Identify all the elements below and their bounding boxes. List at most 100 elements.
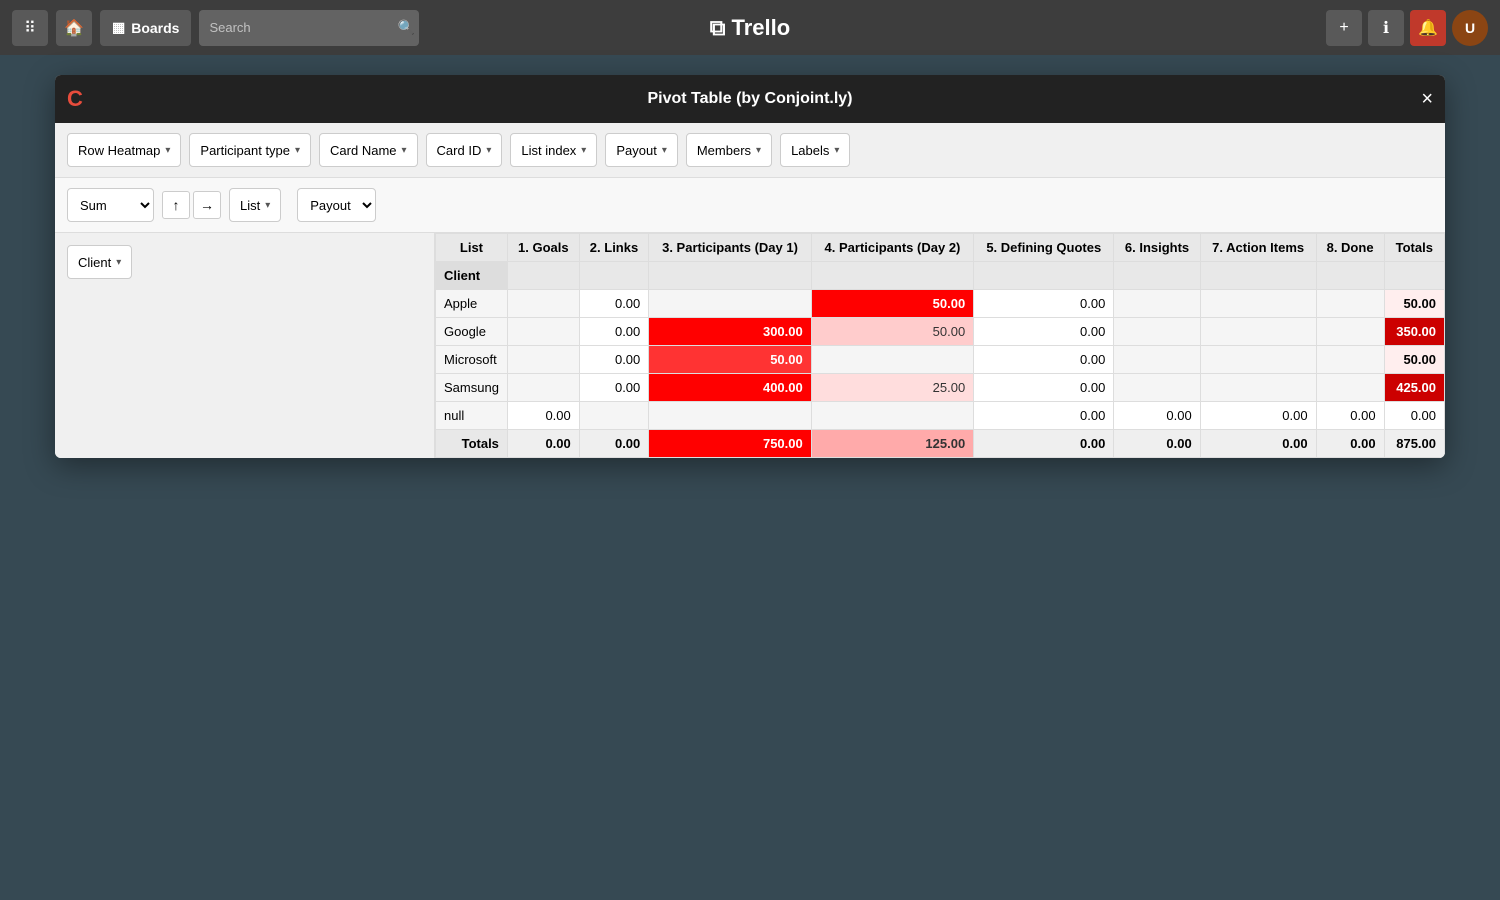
client-filter[interactable]: Client ▾ bbox=[67, 245, 132, 279]
sort-horizontal-icon: → bbox=[200, 197, 214, 213]
col-insights-text: 6. Insights bbox=[1125, 240, 1189, 255]
col-totals-text: Totals bbox=[1396, 240, 1433, 255]
boards-label: Boards bbox=[131, 20, 179, 36]
card-name-filter[interactable]: Card Name ▾ bbox=[319, 133, 418, 167]
card-id-arrow: ▾ bbox=[486, 145, 491, 156]
members-arrow: ▾ bbox=[756, 145, 761, 156]
row-google-day1: 300.00 bbox=[649, 318, 811, 346]
table-area[interactable]: List 1. Goals 2. Links 3. Participants (… bbox=[435, 233, 1445, 458]
participant-type-arrow: ▾ bbox=[295, 145, 300, 156]
payout-filter[interactable]: Payout ▾ bbox=[605, 133, 678, 167]
top-nav: ⠿ 🏠 ▦ Boards 🔍 ⧉ Trello + ℹ 🔔 U bbox=[0, 0, 1500, 55]
row-microsoft-defining: 0.00 bbox=[974, 346, 1114, 374]
filter-bar: Row Heatmap ▾ Participant type ▾ Card Na… bbox=[55, 123, 1445, 178]
notification-button[interactable]: 🔔 bbox=[1410, 10, 1446, 46]
col-header-part-day2: 4. Participants (Day 2) bbox=[811, 234, 973, 262]
row-samsung-day1: 400.00 bbox=[649, 374, 811, 402]
heatmap-label: Row Heatmap bbox=[78, 143, 160, 158]
col-header-done: 8. Done bbox=[1316, 234, 1384, 262]
search-icon: 🔍 bbox=[397, 19, 414, 36]
totals-defining: 0.00 bbox=[974, 430, 1114, 458]
heatmap-dropdown-arrow: ▾ bbox=[165, 145, 170, 156]
trello-logo: ⧉ Trello bbox=[710, 15, 790, 41]
row-null-defining: 0.00 bbox=[974, 402, 1114, 430]
row-microsoft-day1: 50.00 bbox=[649, 346, 811, 374]
trello-wordmark: Trello bbox=[732, 15, 791, 41]
search-input[interactable] bbox=[199, 10, 419, 46]
apps-icon-button[interactable]: ⠿ bbox=[12, 10, 48, 46]
row-apple-total: 50.00 bbox=[1384, 290, 1444, 318]
members-filter[interactable]: Members ▾ bbox=[686, 133, 772, 167]
row-google-links: 0.00 bbox=[579, 318, 649, 346]
heatmap-select[interactable]: Row Heatmap ▾ bbox=[67, 133, 181, 167]
members-label: Members bbox=[697, 143, 751, 158]
row-apple-links: 0.00 bbox=[579, 290, 649, 318]
pivot-table-modal: C Pivot Table (by Conjoint.ly) × Row Hea… bbox=[55, 75, 1445, 458]
sort-horizontal-button[interactable]: → bbox=[193, 191, 221, 219]
row-apple-insights bbox=[1114, 290, 1200, 318]
card-id-filter[interactable]: Card ID ▾ bbox=[426, 133, 503, 167]
subheader-insights-empty bbox=[1114, 262, 1200, 290]
participant-type-filter[interactable]: Participant type ▾ bbox=[189, 133, 311, 167]
modal-overlay: C Pivot Table (by Conjoint.ly) × Row Hea… bbox=[0, 55, 1500, 900]
subheader-totals-empty bbox=[1384, 262, 1444, 290]
row-apple-label: Apple bbox=[436, 290, 508, 318]
info-icon: ℹ bbox=[1383, 18, 1389, 38]
row-google-total: 350.00 bbox=[1384, 318, 1444, 346]
row-samsung-day2: 25.00 bbox=[811, 374, 973, 402]
board-icon: ▦ bbox=[112, 19, 125, 36]
participant-type-label: Participant type bbox=[200, 143, 290, 158]
apps-icon: ⠿ bbox=[24, 18, 36, 38]
value-select[interactable]: Payout bbox=[297, 188, 376, 222]
row-null-goals: 0.00 bbox=[507, 402, 579, 430]
row-samsung-defining: 0.00 bbox=[974, 374, 1114, 402]
avatar-button[interactable]: U bbox=[1452, 10, 1488, 46]
list-index-filter[interactable]: List index ▾ bbox=[510, 133, 597, 167]
avatar-initial: U bbox=[1465, 20, 1475, 36]
pivot-controls: Sum Count Average ↑ → List ▾ bbox=[55, 178, 1445, 233]
totals-links: 0.00 bbox=[579, 430, 649, 458]
payout-label: Payout bbox=[616, 143, 656, 158]
table-row: Samsung 0.00 400.00 25.00 0.00 425.00 bbox=[436, 374, 1445, 402]
left-sidebar: Client ▾ bbox=[55, 233, 435, 458]
col-part-day1-text: 3. Participants (Day 1) bbox=[662, 240, 798, 255]
row-google-defining: 0.00 bbox=[974, 318, 1114, 346]
row-microsoft-label: Microsoft bbox=[436, 346, 508, 374]
trello-icon: ⧉ bbox=[710, 15, 726, 41]
totals-row: Totals 0.00 0.00 750.00 125.00 0.00 0.00… bbox=[436, 430, 1445, 458]
table-row: null 0.00 0.00 0.00 0.00 0.00 0.00 bbox=[436, 402, 1445, 430]
col-header-defining: 5. Defining Quotes bbox=[974, 234, 1114, 262]
subheader-client: Client bbox=[436, 262, 508, 290]
add-icon: + bbox=[1339, 19, 1348, 37]
row-microsoft-day2 bbox=[811, 346, 973, 374]
aggregate-select[interactable]: Sum Count Average bbox=[67, 188, 154, 222]
sort-buttons: ↑ → bbox=[162, 191, 221, 219]
rows-select[interactable]: List ▾ bbox=[229, 188, 281, 222]
row-google-day2: 50.00 bbox=[811, 318, 973, 346]
row-google-label: Google bbox=[436, 318, 508, 346]
list-index-label: List index bbox=[521, 143, 576, 158]
boards-button[interactable]: ▦ Boards bbox=[100, 10, 191, 46]
modal-close-button[interactable]: × bbox=[1421, 88, 1433, 111]
col-done-text: 8. Done bbox=[1327, 240, 1374, 255]
home-icon-button[interactable]: 🏠 bbox=[56, 10, 92, 46]
row-apple-done bbox=[1316, 290, 1384, 318]
row-google-goals bbox=[507, 318, 579, 346]
row-null-total: 0.00 bbox=[1384, 402, 1444, 430]
labels-filter[interactable]: Labels ▾ bbox=[780, 133, 850, 167]
row-google-action bbox=[1200, 318, 1316, 346]
row-samsung-goals bbox=[507, 374, 579, 402]
row-samsung-label: Samsung bbox=[436, 374, 508, 402]
row-google-insights bbox=[1114, 318, 1200, 346]
row-microsoft-goals bbox=[507, 346, 579, 374]
bell-icon: 🔔 bbox=[1418, 18, 1438, 38]
subheader-action-empty bbox=[1200, 262, 1316, 290]
info-button[interactable]: ℹ bbox=[1368, 10, 1404, 46]
rows-label: List bbox=[240, 198, 260, 213]
add-button[interactable]: + bbox=[1326, 10, 1362, 46]
list-index-arrow: ▾ bbox=[581, 145, 586, 156]
client-label: Client bbox=[78, 255, 111, 270]
row-null-action: 0.00 bbox=[1200, 402, 1316, 430]
table-row: Microsoft 0.00 50.00 0.00 50.00 bbox=[436, 346, 1445, 374]
sort-vertical-button[interactable]: ↑ bbox=[162, 191, 190, 219]
